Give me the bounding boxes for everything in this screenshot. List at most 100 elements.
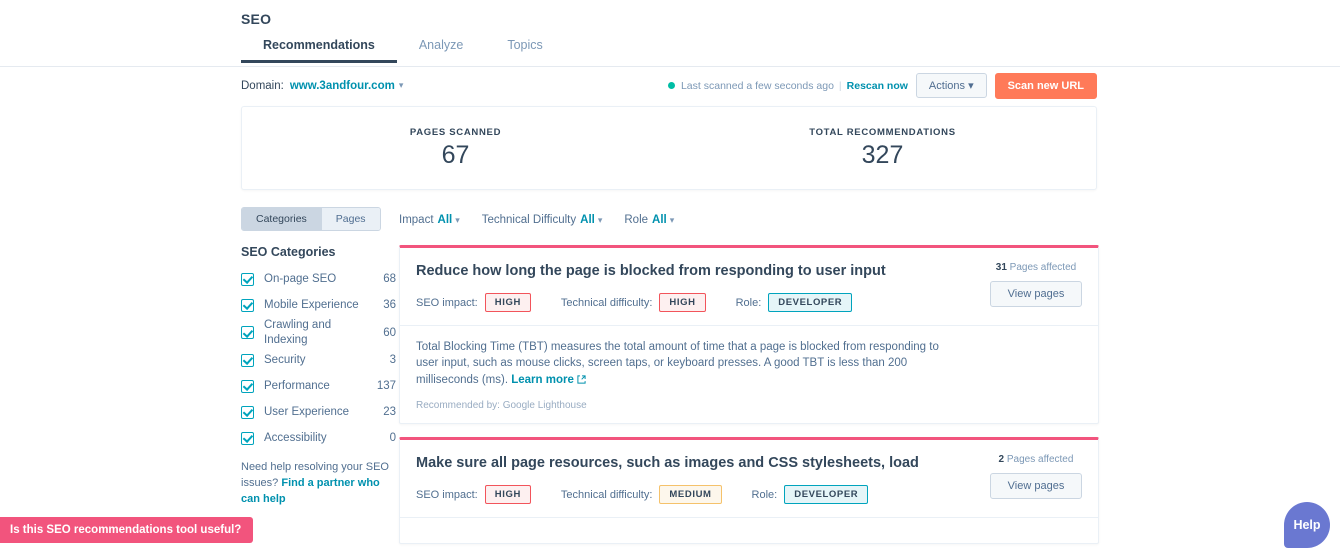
- scan-new-url-button[interactable]: Scan new URL: [994, 72, 1097, 99]
- scan-status-text: Last scanned a few seconds ago: [680, 79, 834, 92]
- sidebar-item-mobile-experience[interactable]: Mobile Experience 36: [241, 292, 396, 318]
- help-button[interactable]: Help: [1284, 502, 1330, 548]
- filter-label: Impact: [399, 214, 434, 226]
- category-count: 137: [376, 380, 396, 393]
- domain-selector[interactable]: www.3andfour.com: [290, 80, 395, 92]
- recommendations-panel: Impact All ▾ Technical Difficulty All ▾ Role…: [399, 207, 1340, 556]
- recommendation-source: Recommended by: Google Lighthouse: [416, 400, 587, 412]
- category-label: On-page SEO: [264, 272, 337, 285]
- sidebar-item-performance[interactable]: Performance 137: [241, 373, 396, 399]
- recommendation-header: Reduce how long the page is blocked from…: [400, 248, 1098, 327]
- page-header: SEO Recommendations Analyze Topics: [0, 0, 1340, 67]
- category-label: Mobile Experience: [264, 298, 359, 311]
- seo-impact-label: SEO impact:: [416, 296, 478, 309]
- chevron-down-icon: ▾: [597, 215, 603, 225]
- view-pages-button[interactable]: View pages: [990, 281, 1082, 307]
- pages-affected: 2 Pages affected: [990, 454, 1082, 465]
- domain-label: Domain:: [241, 79, 284, 92]
- seo-categories-list: On-page SEO 68 Mobile Experience 36 Craw…: [241, 266, 396, 451]
- status-badge-impact: HIGH: [484, 293, 531, 313]
- pages-affected: 31 Pages affected: [990, 262, 1082, 273]
- recommendation-description: Total Blocking Time (TBT) measures the t…: [416, 339, 961, 389]
- recommendation-actions: 31 Pages affected View pages: [990, 262, 1082, 307]
- description-text: Total Blocking Time (TBT) measures the t…: [416, 341, 939, 386]
- category-count: 0: [389, 432, 396, 445]
- stat-label: TOTAL RECOMMENDATIONS: [809, 127, 956, 138]
- actions-button[interactable]: Actions ▾: [915, 73, 987, 98]
- filter-label: Role: [624, 214, 649, 226]
- chevron-down-icon[interactable]: ▾: [399, 80, 404, 91]
- learn-more-link[interactable]: Learn more: [511, 374, 586, 386]
- checkbox-checked-icon[interactable]: [241, 379, 254, 393]
- stat-total-recommendations: TOTAL RECOMMENDATIONS 327: [669, 107, 1096, 189]
- filter-technical-difficulty[interactable]: Technical Difficulty All ▾: [482, 214, 603, 226]
- seo-impact-label: SEO impact:: [416, 488, 478, 501]
- recommendation-title[interactable]: Reduce how long the page is blocked from…: [416, 262, 1082, 280]
- filter-impact[interactable]: Impact All ▾: [399, 214, 460, 226]
- feedback-banner[interactable]: Is this SEO recommendations tool useful?: [0, 517, 254, 543]
- toggle-categories[interactable]: Categories: [242, 208, 321, 230]
- sidebar-item-accessibility[interactable]: Accessibility 0: [241, 425, 396, 451]
- stat-pages-scanned: PAGES SCANNED 67: [242, 107, 669, 189]
- sidebar-item-security[interactable]: Security 3: [241, 347, 396, 373]
- category-count: 23: [383, 406, 396, 419]
- status-badge-difficulty: HIGH: [659, 293, 706, 313]
- recommendation-card: Reduce how long the page is blocked from…: [399, 245, 1099, 425]
- external-link-icon: [577, 373, 586, 389]
- status-badge-role: DEVELOPER: [784, 485, 869, 505]
- category-label: Performance: [264, 380, 330, 393]
- recommendation-meta: SEO impact: HIGH Technical difficulty: H…: [416, 293, 1082, 313]
- category-count: 68: [383, 273, 396, 285]
- main-columns: Categories Pages SEO Categories On-page …: [241, 207, 1340, 556]
- sidebar-title: SEO Categories: [241, 245, 336, 259]
- domain-bar: Domain: www.3andfour.com ▾ Last scanned …: [241, 67, 1097, 104]
- view-pages-button[interactable]: View pages: [990, 473, 1082, 500]
- tab-topics[interactable]: Topics: [485, 38, 564, 62]
- checkbox-checked-icon[interactable]: [241, 353, 254, 367]
- stat-label: PAGES SCANNED: [409, 127, 502, 138]
- sidebar: Categories Pages SEO Categories On-page …: [241, 207, 396, 556]
- toggle-pages[interactable]: Pages: [320, 208, 380, 230]
- pages-affected-label: Pages affected: [1009, 262, 1077, 273]
- stat-value: 67: [441, 141, 470, 169]
- checkbox-checked-icon[interactable]: [241, 298, 254, 312]
- page-title: SEO: [241, 11, 272, 27]
- tab-analyze[interactable]: Analyze: [397, 38, 485, 62]
- status-badge-role: DEVELOPER: [768, 293, 853, 313]
- checkbox-checked-icon[interactable]: [241, 431, 254, 445]
- filter-role[interactable]: Role All ▾: [624, 214, 674, 226]
- category-label: User Experience: [264, 406, 350, 419]
- recommendation-body: Total Blocking Time (TBT) measures the t…: [400, 326, 1098, 423]
- status-separator: |: [838, 79, 842, 92]
- primary-tabs: Recommendations Analyze Topics: [241, 38, 565, 63]
- view-toggle: Categories Pages: [241, 207, 381, 231]
- recommendation-meta: SEO impact: HIGH Technical difficulty: M…: [416, 485, 1082, 505]
- sidebar-item-user-experience[interactable]: User Experience 23: [241, 399, 396, 425]
- category-label: Accessibility: [264, 432, 327, 445]
- category-label: Crawling and Indexing: [264, 319, 332, 346]
- recommendation-actions: 2 Pages affected View pages: [990, 454, 1082, 500]
- status-badge-difficulty: MEDIUM: [659, 485, 722, 505]
- checkbox-checked-icon[interactable]: [241, 272, 254, 286]
- checkbox-checked-icon[interactable]: [241, 326, 254, 340]
- chevron-down-icon: ▾: [669, 215, 675, 225]
- learn-more-label: Learn more: [511, 373, 574, 386]
- recommendation-header: Make sure all page resources, such as im…: [400, 440, 1098, 519]
- sidebar-item-on-page-seo[interactable]: On-page SEO 68: [241, 266, 396, 292]
- partner-help-note: Need help resolving your SEO issues? Fin…: [241, 460, 396, 508]
- category-count: 60: [383, 326, 396, 339]
- chevron-down-icon: ▾: [455, 215, 460, 225]
- role-label: Role:: [735, 296, 762, 309]
- tab-recommendations[interactable]: Recommendations: [241, 38, 397, 63]
- technical-difficulty-label: Technical difficulty:: [560, 488, 653, 501]
- pages-affected-count: 2: [998, 454, 1005, 466]
- sidebar-item-crawling-and-indexing[interactable]: Crawling and Indexing 60: [241, 318, 396, 347]
- filter-value: All: [580, 214, 595, 226]
- recommendation-title[interactable]: Make sure all page resources, such as im…: [416, 454, 1082, 472]
- scan-status: Last scanned a few seconds ago | Rescan …: [667, 79, 908, 92]
- rescan-now-link[interactable]: Rescan now: [847, 80, 908, 92]
- checkbox-checked-icon[interactable]: [241, 405, 254, 419]
- status-dot-icon: [667, 82, 675, 89]
- category-count: 3: [389, 354, 396, 367]
- stat-value: 327: [861, 141, 904, 169]
